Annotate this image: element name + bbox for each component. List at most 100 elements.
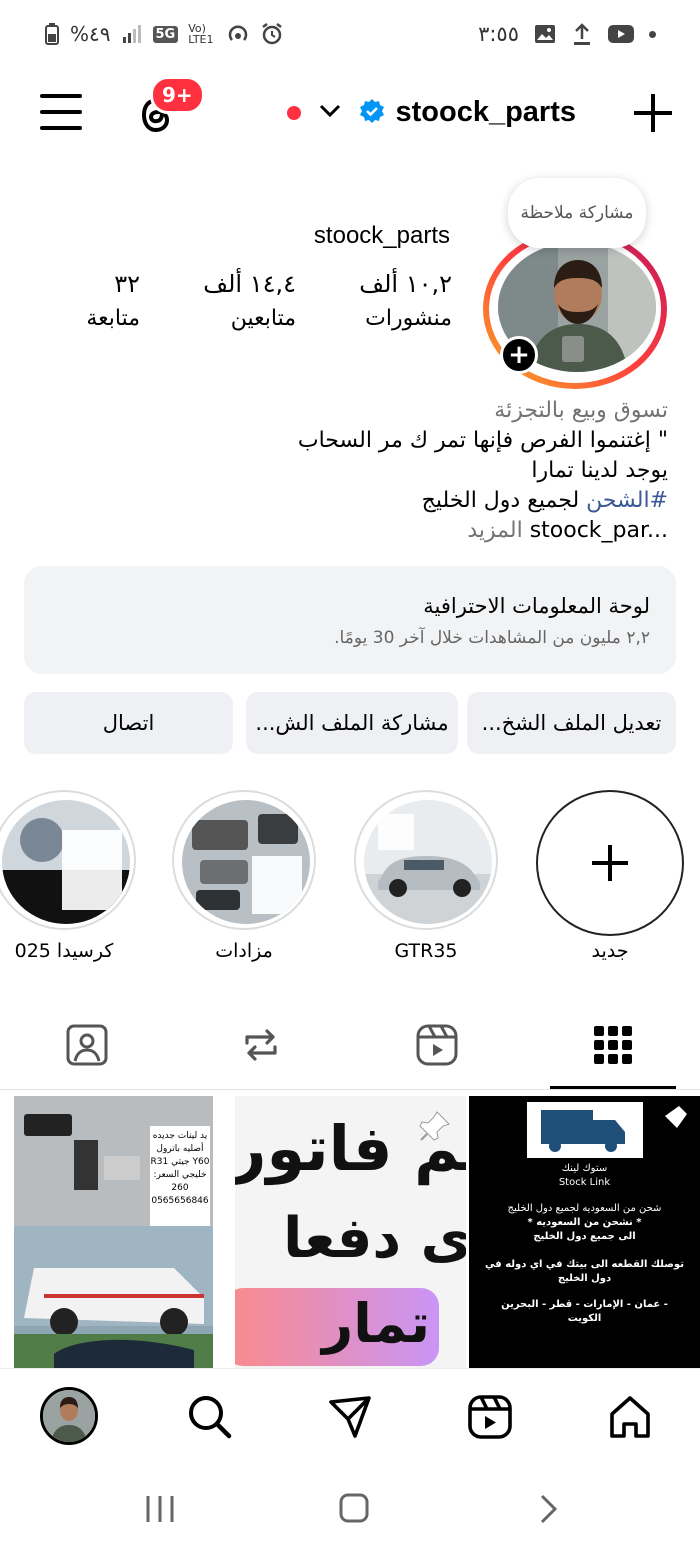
stat-value: ١٠,٢ ألف bbox=[359, 270, 452, 298]
hotspot-icon bbox=[226, 22, 250, 46]
grid-icon bbox=[594, 1026, 632, 1064]
chevron-down-icon[interactable] bbox=[319, 103, 341, 122]
bio-text: لجميع دول الخليج bbox=[421, 488, 587, 513]
stat-label: متابعين bbox=[230, 306, 296, 331]
highlight-label: جديد bbox=[591, 940, 629, 962]
youtube-icon bbox=[607, 23, 635, 45]
dot-indicator bbox=[649, 30, 656, 38]
home-icon[interactable] bbox=[604, 1391, 656, 1443]
post-tile[interactable]: يد لينات جديده أصليه باترول Y60 جيتي R31… bbox=[14, 1096, 213, 1368]
status-bar: %٤٩ 5G Vo) LTE1 ٣:٥٥ bbox=[0, 0, 700, 70]
highlight-label: مزادات bbox=[215, 940, 273, 962]
header-username[interactable]: stoock_parts bbox=[395, 96, 576, 129]
status-right: ٣:٥٥ bbox=[478, 22, 656, 46]
tagged-icon bbox=[66, 1024, 108, 1066]
gallery-icon bbox=[533, 23, 557, 45]
flyer-line: الكويت bbox=[567, 1313, 602, 1324]
plus-icon bbox=[592, 845, 628, 881]
battery-icon bbox=[44, 22, 60, 46]
stat-posts[interactable]: ١٠,٢ ألف منشورات bbox=[359, 270, 452, 331]
status-time: ٣:٥٥ bbox=[478, 22, 519, 46]
share-profile-button[interactable]: مشاركة الملف الش... bbox=[246, 692, 458, 754]
hashtag-link[interactable]: #الشحن bbox=[586, 488, 668, 513]
stat-followers[interactable]: ١٤,٤ ألف متابعين bbox=[203, 270, 296, 331]
highlight-cover bbox=[2, 800, 130, 924]
more-link[interactable]: المزيد bbox=[467, 518, 529, 543]
grid-tab[interactable] bbox=[588, 1020, 638, 1070]
highlight-cressida[interactable] bbox=[0, 790, 136, 930]
back-icon[interactable] bbox=[538, 1494, 560, 1528]
reels-tab[interactable] bbox=[412, 1020, 462, 1070]
bottom-nav bbox=[0, 1368, 700, 1464]
highlight-label: GTR35 bbox=[394, 940, 458, 962]
flyer-line: دول الخليج bbox=[557, 1273, 612, 1284]
add-story-icon[interactable]: + bbox=[500, 336, 538, 374]
reposts-tab[interactable] bbox=[236, 1020, 286, 1070]
menu-icon[interactable] bbox=[40, 94, 82, 134]
post-text-art: تمار bbox=[322, 1292, 430, 1355]
volte-indicator: Vo) LTE1 bbox=[188, 22, 214, 46]
flyer-line: عمان - الإمارات - قطر - البحرين - bbox=[501, 1299, 668, 1310]
system-nav-bar bbox=[0, 1464, 700, 1556]
bio-line: " إغتنموا الفرص فإنها تمر ك مر السحاب bbox=[297, 428, 668, 453]
stat-value: ٣٢ bbox=[114, 270, 140, 298]
bio-line: #الشحن لجميع دول الخليج bbox=[28, 486, 668, 516]
verified-icon bbox=[359, 98, 385, 128]
network-type: 5G bbox=[152, 25, 179, 43]
highlight-cover bbox=[364, 800, 492, 924]
highlight-auctions[interactable] bbox=[172, 790, 316, 930]
pin-icon bbox=[417, 1108, 453, 1148]
highlight-gtr35[interactable] bbox=[354, 790, 498, 930]
post-tile[interactable]: ستوك لينك Stock Link شحن من السعوديه لجم… bbox=[469, 1096, 700, 1368]
signal-icon bbox=[121, 23, 143, 45]
profile-header: 9+ stoock_parts bbox=[0, 70, 700, 160]
flyer-line: توصلك القطعه الى بيتك في اي دوله في bbox=[485, 1259, 684, 1270]
highlight-label: كرسيدا 025 bbox=[14, 940, 114, 962]
stat-value: ١٤,٤ ألف bbox=[203, 270, 296, 298]
professional-dashboard[interactable]: لوحة المعلومات الاحترافية ٢,٢ مليون من ا… bbox=[24, 566, 676, 674]
alarm-icon bbox=[260, 22, 284, 46]
flyer-line: شحن من السعوديه لجميع دول الخليج bbox=[507, 1203, 662, 1214]
profile-category: تسوق وبيع بالتجزئة bbox=[494, 398, 668, 423]
highlight-cover bbox=[182, 800, 310, 924]
edit-profile-button[interactable]: تعديل الملف الشخ... bbox=[467, 692, 676, 754]
contact-button[interactable]: اتصال bbox=[24, 692, 233, 754]
upload-icon bbox=[571, 22, 593, 46]
new-activity-dot bbox=[287, 105, 302, 120]
bio-link[interactable]: stoock_par... bbox=[530, 518, 668, 543]
status-left: %٤٩ 5G Vo) LTE1 bbox=[44, 22, 284, 46]
tagged-tab[interactable] bbox=[62, 1020, 112, 1070]
flyer-brand: ستوك لينك bbox=[561, 1163, 608, 1174]
active-tab-indicator bbox=[550, 1086, 676, 1089]
home-button-icon[interactable] bbox=[338, 1492, 370, 1528]
note-bubble[interactable]: مشاركة ملاحظة bbox=[508, 178, 646, 248]
plus-icon[interactable] bbox=[632, 92, 674, 134]
profile-bio: تسوق وبيع بالتجزئة " إغتنموا الفرص فإنها… bbox=[28, 396, 668, 546]
notification-badge[interactable]: 9+ bbox=[150, 76, 205, 114]
flyer-line: * نشحن من السعوديه * bbox=[527, 1217, 642, 1228]
post-caption: يد لينات جديده أصليه باترول Y60 جيتي R31… bbox=[150, 1131, 210, 1206]
new-highlight-button[interactable] bbox=[536, 790, 684, 936]
account-switcher[interactable]: stoock_parts bbox=[287, 96, 576, 129]
stat-label: متابعة bbox=[86, 306, 140, 331]
profile-avatar[interactable] bbox=[40, 1387, 98, 1445]
dashboard-subtitle: ٢,٢ مليون من المشاهدات خلال آخر 30 يومًا… bbox=[334, 628, 650, 648]
stat-label: منشورات bbox=[365, 306, 452, 331]
search-icon[interactable] bbox=[184, 1391, 236, 1443]
stat-following[interactable]: ٣٢ متابعة bbox=[86, 270, 140, 331]
reels-icon bbox=[416, 1024, 458, 1066]
profile-display-name: stoock_parts bbox=[313, 222, 450, 249]
dashboard-title: لوحة المعلومات الاحترافية bbox=[423, 594, 650, 618]
flyer-brand-en: Stock Link bbox=[558, 1177, 611, 1188]
reels-icon[interactable] bbox=[464, 1391, 516, 1443]
battery-percent: %٤٩ bbox=[70, 22, 111, 46]
post-tile[interactable]: تم فاتورتا ى دفعا تمار bbox=[235, 1096, 466, 1368]
recents-icon[interactable] bbox=[144, 1494, 176, 1528]
tabs-divider bbox=[0, 1089, 700, 1090]
send-icon[interactable] bbox=[324, 1391, 376, 1443]
reposts-icon bbox=[245, 1029, 277, 1061]
post-text-art: ى دفعا bbox=[283, 1206, 466, 1271]
bio-line: stoock_par... المزيد bbox=[28, 516, 668, 546]
flyer-line: الى جميع دول الخليج bbox=[533, 1231, 636, 1242]
post-flyer-text: ستوك لينك Stock Link شحن من السعوديه لجم… bbox=[469, 1162, 700, 1326]
